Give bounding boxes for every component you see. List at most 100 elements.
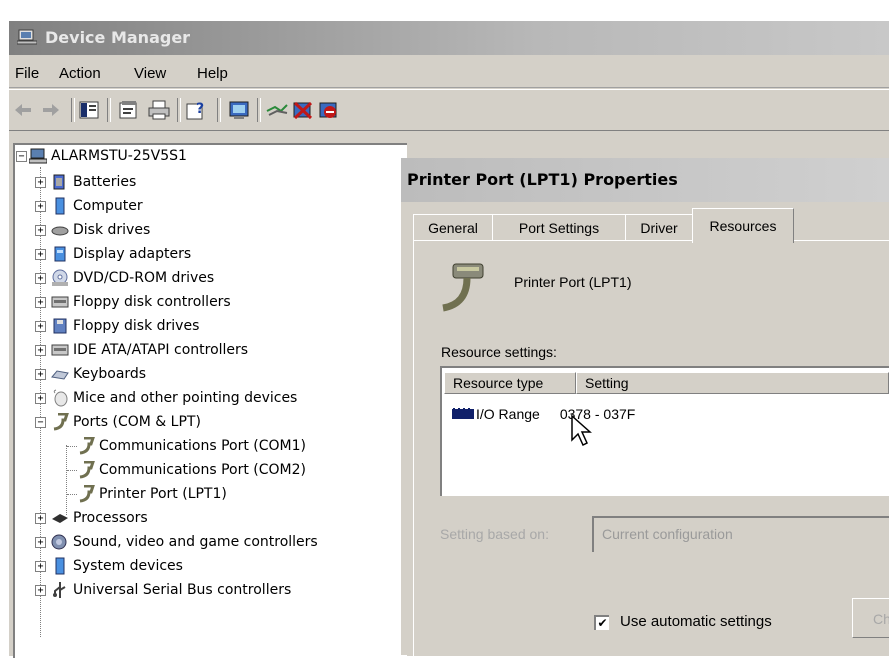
floppy-drive-icon — [53, 318, 67, 334]
tree-item-floppy-controllers[interactable]: Floppy disk controllers — [51, 291, 231, 313]
back-icon[interactable] — [11, 98, 35, 122]
tab-resources[interactable]: Resources — [692, 208, 794, 243]
menu-action[interactable]: Action — [59, 65, 101, 82]
expand-toggle[interactable]: + — [35, 561, 46, 572]
display-adapter-icon — [54, 246, 66, 262]
system-device-icon — [55, 557, 65, 575]
tree-item-label: Keyboards — [73, 366, 147, 382]
expand-toggle[interactable]: + — [35, 177, 46, 188]
menu-help[interactable]: Help — [197, 65, 228, 82]
mouse-icon — [53, 389, 68, 407]
tree-item-floppy-drives[interactable]: Floppy disk drives — [51, 315, 199, 337]
tree-item-label: Floppy disk controllers — [73, 294, 231, 310]
use-automatic-settings-checkbox[interactable]: ✔ — [594, 615, 609, 630]
disk-drive-icon — [51, 226, 69, 236]
help-icon[interactable]: ? — [185, 98, 209, 122]
toolbar: ? — [9, 89, 889, 131]
expand-toggle[interactable]: + — [35, 201, 46, 212]
battery-icon — [53, 174, 65, 190]
use-automatic-settings-label[interactable]: Use automatic settings — [620, 613, 772, 630]
tree-root-label: ALARMSTU-25V5S1 — [51, 148, 187, 164]
tree-item-com1[interactable]: Communications Port (COM1) — [77, 435, 306, 457]
scan-hardware-icon[interactable] — [227, 98, 251, 122]
resource-settings-label: Resource settings: — [441, 344, 557, 360]
menu-bar: File Action View Help — [9, 57, 889, 88]
print-icon[interactable] — [147, 98, 171, 122]
collapse-toggle[interactable]: − — [35, 417, 46, 428]
tree-item-dvd-cd-rom[interactable]: DVD/CD-ROM drives — [51, 267, 214, 289]
disable-icon[interactable] — [317, 98, 341, 122]
port-connector-icon — [53, 413, 69, 431]
tree-item-keyboards[interactable]: Keyboards — [51, 363, 146, 385]
controller-icon — [51, 296, 69, 308]
forward-icon[interactable] — [39, 98, 63, 122]
collapse-toggle[interactable]: − — [16, 151, 27, 162]
expand-toggle[interactable]: + — [35, 585, 46, 596]
tree-item-label: DVD/CD-ROM drives — [73, 270, 215, 286]
tree-item-ports[interactable]: Ports (COM & LPT) — [51, 411, 201, 433]
setting-based-on-select[interactable]: Current configuration — [592, 516, 889, 552]
tree-item-ide-controllers[interactable]: IDE ATA/ATAPI controllers — [51, 339, 248, 361]
expand-toggle[interactable]: + — [35, 369, 46, 380]
update-driver-icon[interactable] — [265, 98, 289, 122]
tree-item-label: Processors — [73, 510, 148, 526]
tree-item-mice[interactable]: Mice and other pointing devices — [51, 387, 297, 409]
svg-text:?: ? — [196, 101, 204, 117]
tree-item-disk-drives[interactable]: Disk drives — [51, 219, 150, 241]
dialog-title-bar[interactable]: Printer Port (LPT1) Properties — [401, 158, 889, 202]
tree-item-label: IDE ATA/ATAPI controllers — [73, 342, 249, 358]
expand-toggle[interactable]: + — [35, 321, 46, 332]
column-header-setting[interactable]: Setting — [576, 372, 889, 394]
tab-driver[interactable]: Driver — [625, 214, 693, 241]
expand-toggle[interactable]: + — [35, 273, 46, 284]
computer-icon — [29, 148, 47, 164]
tree-item-display-adapters[interactable]: Display adapters — [51, 243, 191, 265]
title-bar[interactable]: Device Manager — [9, 21, 889, 55]
controller-icon — [51, 344, 69, 356]
tree-item-batteries[interactable]: Batteries — [51, 171, 136, 193]
tree-item-com2[interactable]: Communications Port (COM2) — [77, 459, 306, 481]
toolbar-separator — [177, 98, 181, 122]
tab-port-settings[interactable]: Port Settings — [492, 214, 626, 241]
table-row[interactable]: I/O Range 0378 - 037F — [452, 404, 635, 424]
dialog-title: Printer Port (LPT1) Properties — [407, 170, 678, 189]
tree-item-sound[interactable]: Sound, video and game controllers — [51, 531, 318, 553]
expand-toggle[interactable]: + — [35, 393, 46, 404]
toolbar-separator — [217, 98, 221, 122]
change-setting-button[interactable]: Ch — [852, 598, 889, 638]
device-name: Printer Port (LPT1) — [514, 274, 632, 290]
tree-item-lpt1[interactable]: Printer Port (LPT1) — [77, 483, 227, 505]
setting-based-on-label: Setting based on: — [440, 526, 549, 542]
keyboard-icon — [51, 370, 69, 380]
cd-rom-icon — [52, 269, 68, 286]
tree-line — [67, 494, 77, 495]
tree-item-usb-controllers[interactable]: Universal Serial Bus controllers — [51, 579, 291, 601]
tree-item-label: Sound, video and game controllers — [73, 534, 318, 550]
tree-item-computer[interactable]: Computer — [51, 195, 143, 217]
resource-list[interactable]: Resource type Setting I/O Range 0378 - 0… — [440, 366, 889, 496]
expand-toggle[interactable]: + — [35, 537, 46, 548]
expand-toggle[interactable]: + — [35, 345, 46, 356]
tree-item-label: Communications Port (COM1) — [99, 438, 306, 454]
console-tree-icon[interactable] — [77, 98, 101, 122]
window-title: Device Manager — [45, 28, 191, 47]
tree-line — [67, 470, 77, 471]
column-header-resource-type[interactable]: Resource type — [444, 372, 576, 394]
tree-item-label: Mice and other pointing devices — [73, 390, 298, 406]
toolbar-separator — [257, 98, 261, 122]
tree-item-processors[interactable]: Processors — [51, 507, 148, 529]
expand-toggle[interactable]: + — [35, 513, 46, 524]
expand-toggle[interactable]: + — [35, 225, 46, 236]
tree-root[interactable]: ALARMSTU-25V5S1 — [29, 145, 187, 167]
uninstall-icon[interactable] — [291, 98, 315, 122]
tab-general[interactable]: General — [413, 214, 493, 241]
tree-item-label: Floppy disk drives — [73, 318, 200, 334]
menu-view[interactable]: View — [134, 65, 166, 82]
device-manager-icon — [17, 29, 37, 45]
tree-item-system-devices[interactable]: System devices — [51, 555, 183, 577]
port-connector-icon — [442, 263, 484, 312]
properties-icon[interactable] — [117, 98, 141, 122]
expand-toggle[interactable]: + — [35, 297, 46, 308]
menu-file[interactable]: File — [15, 65, 39, 82]
expand-toggle[interactable]: + — [35, 249, 46, 260]
